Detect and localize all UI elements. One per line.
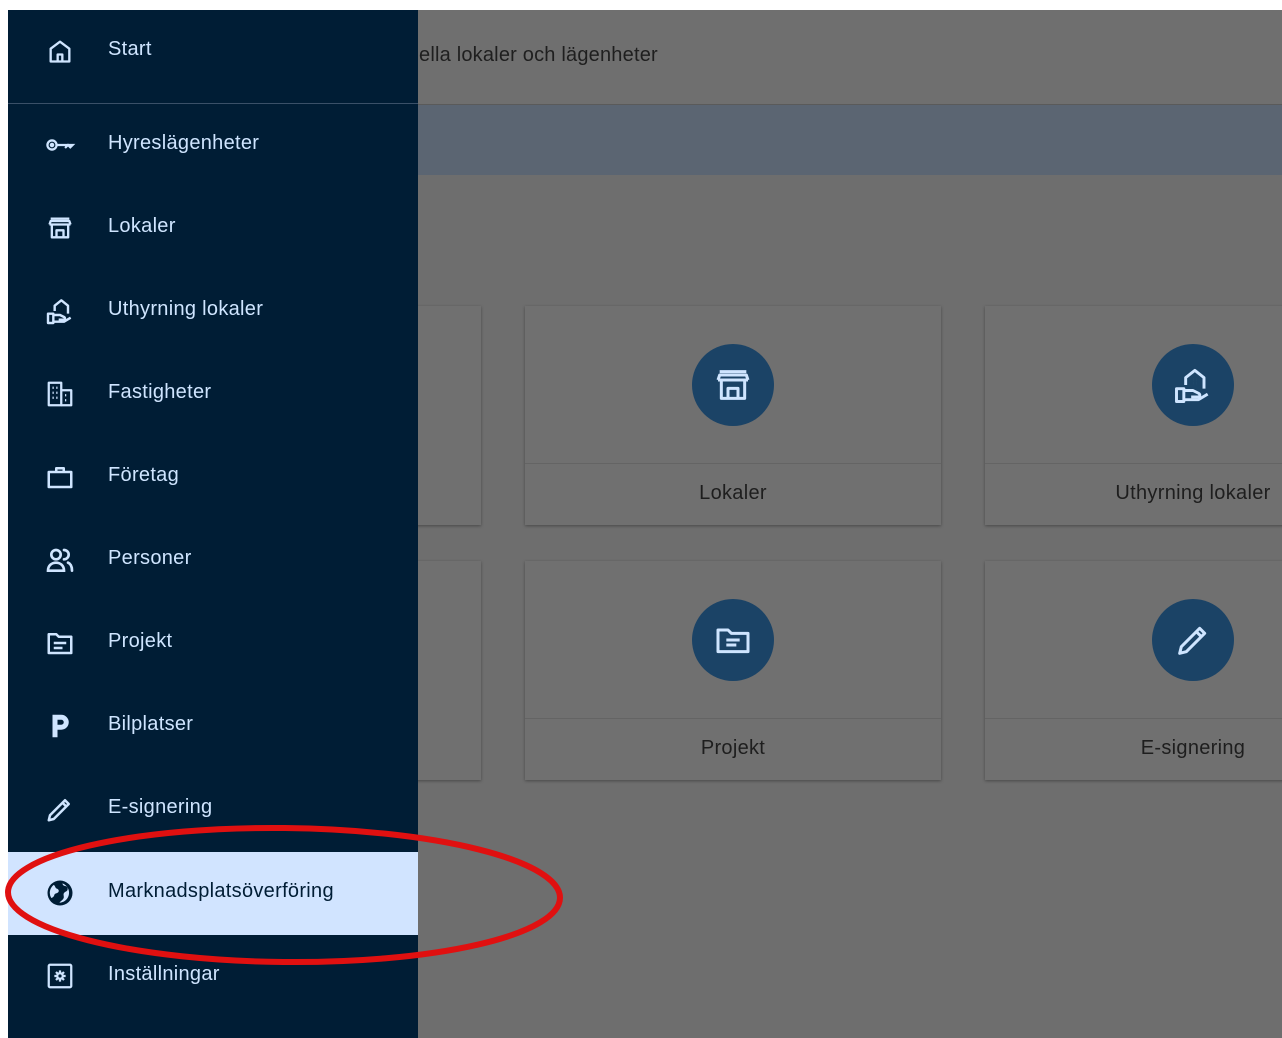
sidebar-item-label: Företag [108, 464, 180, 486]
folder-document-icon [44, 627, 76, 659]
sidebar-item-label: Inställningar [108, 963, 220, 985]
card-divider [985, 463, 1282, 464]
storefront-icon [44, 212, 76, 244]
card-e-signering[interactable]: E-signering [985, 561, 1282, 780]
sidebar-item-label: Lokaler [108, 215, 176, 237]
sidebar-item-installningar[interactable]: Inställningar [8, 935, 418, 1018]
card-lokaler[interactable]: Lokaler [525, 306, 941, 525]
home-hand-icon [1152, 344, 1234, 426]
card-label: E-signering [1140, 737, 1246, 759]
sidebar-item-label: Projekt [108, 630, 173, 652]
sidebar-item-start[interactable]: Start [8, 10, 418, 93]
navigation-drawer: Start Hyreslägenheter Lokaler Uthyrning … [8, 10, 418, 1038]
sidebar-item-hyreslagenheter[interactable]: Hyreslägenheter [8, 104, 418, 187]
parking-icon [44, 710, 76, 742]
storefront-icon [692, 344, 774, 426]
sidebar-item-personer[interactable]: Personer [8, 519, 418, 602]
card-label: Lokaler [699, 482, 767, 504]
sidebar-item-label: Uthyrning lokaler [108, 298, 264, 320]
people-icon [44, 544, 76, 576]
card-uthyrning-lokaler[interactable]: Uthyrning lokaler [985, 306, 1282, 525]
sidebar-item-foretag[interactable]: Företag [8, 436, 418, 519]
sidebar-item-label: Hyreslägenheter [108, 132, 260, 154]
globe-icon [44, 877, 76, 909]
card-label: Uthyrning lokaler [1115, 482, 1271, 504]
sidebar-item-label: Fastigheter [108, 381, 212, 403]
sidebar-item-fastigheter[interactable]: Fastigheter [8, 353, 418, 436]
card-divider [525, 718, 941, 719]
sidebar-item-projekt[interactable]: Projekt [8, 602, 418, 685]
home-icon [44, 35, 76, 67]
sidebar-item-label: Start [108, 38, 152, 60]
sidebar-item-uthyrning-lokaler[interactable]: Uthyrning lokaler [8, 270, 418, 353]
sidebar-item-e-signering[interactable]: E-signering [8, 768, 418, 851]
folder-document-icon [692, 599, 774, 681]
sidebar-item-bilplatser[interactable]: Bilplatser [8, 685, 418, 768]
briefcase-icon [44, 461, 76, 493]
sidebar-item-lokaler[interactable]: Lokaler [8, 187, 418, 270]
sidebar-item-label: Bilplatser [108, 713, 194, 735]
card-divider [525, 463, 941, 464]
building-icon [44, 378, 76, 410]
card-label: Projekt [700, 737, 766, 759]
pencil-icon [1152, 599, 1234, 681]
home-hand-icon [44, 295, 76, 327]
sidebar-item-label: Marknadsplatsöverföring [108, 880, 334, 902]
settings-icon [44, 960, 76, 992]
sidebar-item-label: Personer [108, 547, 192, 569]
pencil-icon [44, 793, 76, 825]
key-icon [44, 129, 76, 161]
page-title: ella lokaler och lägenheter [419, 44, 658, 66]
sidebar-item-marknadsplatsoverforing[interactable]: Marknadsplatsöverföring [8, 852, 418, 935]
card-projekt[interactable]: Projekt [525, 561, 941, 780]
sidebar-item-label: E-signering [108, 796, 213, 818]
card-divider [985, 718, 1282, 719]
